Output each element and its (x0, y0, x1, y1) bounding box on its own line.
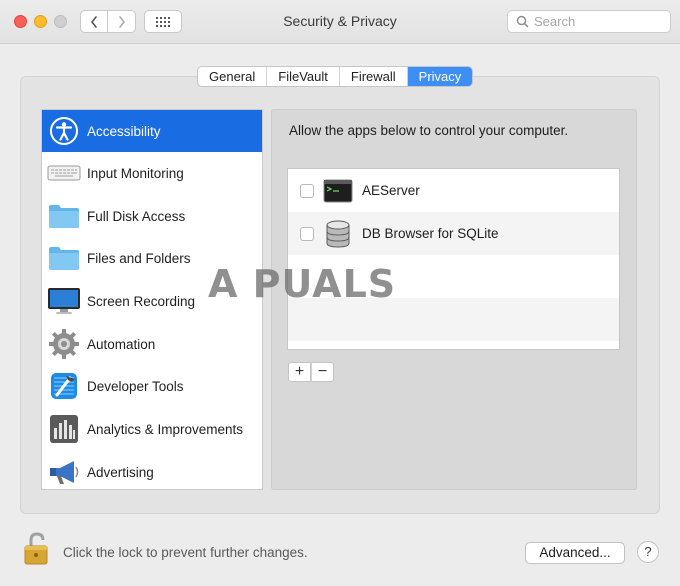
back-button[interactable] (80, 10, 108, 33)
remove-app-button[interactable]: − (311, 362, 334, 382)
folder-icon (47, 241, 81, 275)
sidebar-item-automation[interactable]: Automation (42, 323, 262, 365)
tab-general[interactable]: General (198, 67, 268, 86)
sidebar-item-label: Accessibility (87, 123, 161, 139)
sidebar-item-full-disk-access[interactable]: Full Disk Access (42, 195, 262, 237)
sidebar-item-accessibility[interactable]: Accessibility (42, 110, 262, 152)
chevron-right-icon (118, 15, 125, 28)
add-app-button[interactable]: + (288, 362, 311, 382)
minimize-window-button[interactable] (34, 15, 47, 28)
sidebar-item-label: Advertising (87, 464, 154, 480)
app-checkbox[interactable] (300, 183, 314, 198)
folder-icon (47, 199, 81, 233)
watermark-text: A PUALS (208, 262, 397, 306)
chevron-left-icon (90, 15, 97, 28)
app-checkbox[interactable] (300, 226, 314, 241)
sidebar-item-input-monitoring[interactable]: Input Monitoring (42, 152, 262, 194)
keyboard-icon (47, 156, 81, 190)
advanced-button[interactable]: Advanced... (525, 542, 625, 564)
sidebar-item-advertising[interactable]: Advertising (42, 451, 262, 489)
grid-icon (156, 16, 170, 27)
window-title: Security & Privacy (283, 13, 397, 29)
search-input[interactable] (534, 14, 664, 29)
close-window-button[interactable] (14, 15, 27, 28)
app-name: AEServer (362, 183, 420, 198)
watermark: A PUALS (208, 258, 420, 310)
app-name: DB Browser for SQLite (362, 226, 499, 241)
zoom-window-button[interactable] (54, 15, 67, 28)
tab-firewall[interactable]: Firewall (340, 67, 408, 86)
forward-button[interactable] (108, 10, 136, 33)
gear-icon (47, 327, 81, 361)
tab-privacy[interactable]: Privacy (407, 67, 473, 86)
show-all-button[interactable] (144, 10, 182, 33)
lock-icon[interactable] (22, 531, 54, 567)
sidebar-item-label: Developer Tools (87, 378, 184, 394)
sidebar-item-label: Analytics & Improvements (87, 421, 244, 437)
lock-status-text: Click the lock to prevent further change… (63, 545, 308, 560)
permission-description: Allow the apps below to control your com… (289, 123, 569, 138)
display-icon (47, 284, 81, 318)
search-field[interactable] (507, 10, 671, 33)
sidebar-item-label: Automation (87, 336, 156, 352)
sidebar-item-label: Files and Folders (87, 250, 191, 266)
megaphone-icon (47, 455, 81, 489)
tab-bar: General FileVault Firewall Privacy (197, 66, 474, 87)
sidebar-item-label: Input Monitoring (87, 165, 184, 181)
help-button[interactable]: ? (637, 541, 659, 563)
sidebar-item-developer-tools[interactable]: Developer Tools (42, 365, 262, 407)
tab-filevault[interactable]: FileVault (267, 67, 340, 86)
bar-chart-icon (47, 412, 81, 446)
xcode-icon (47, 369, 81, 403)
sidebar-item-analytics[interactable]: Analytics & Improvements (42, 408, 262, 450)
list-item[interactable]: AEServer (288, 169, 619, 212)
sidebar-item-label: Full Disk Access (87, 208, 186, 224)
accessibility-icon (47, 114, 81, 148)
terminal-icon (323, 176, 353, 206)
database-icon (323, 219, 353, 249)
preferences-window: Security & Privacy General FileVault Fir… (0, 0, 680, 586)
sidebar-item-label: Screen Recording (87, 293, 196, 309)
title-bar: Security & Privacy (0, 0, 680, 44)
list-item[interactable]: DB Browser for SQLite (288, 212, 619, 255)
search-icon (516, 15, 529, 28)
